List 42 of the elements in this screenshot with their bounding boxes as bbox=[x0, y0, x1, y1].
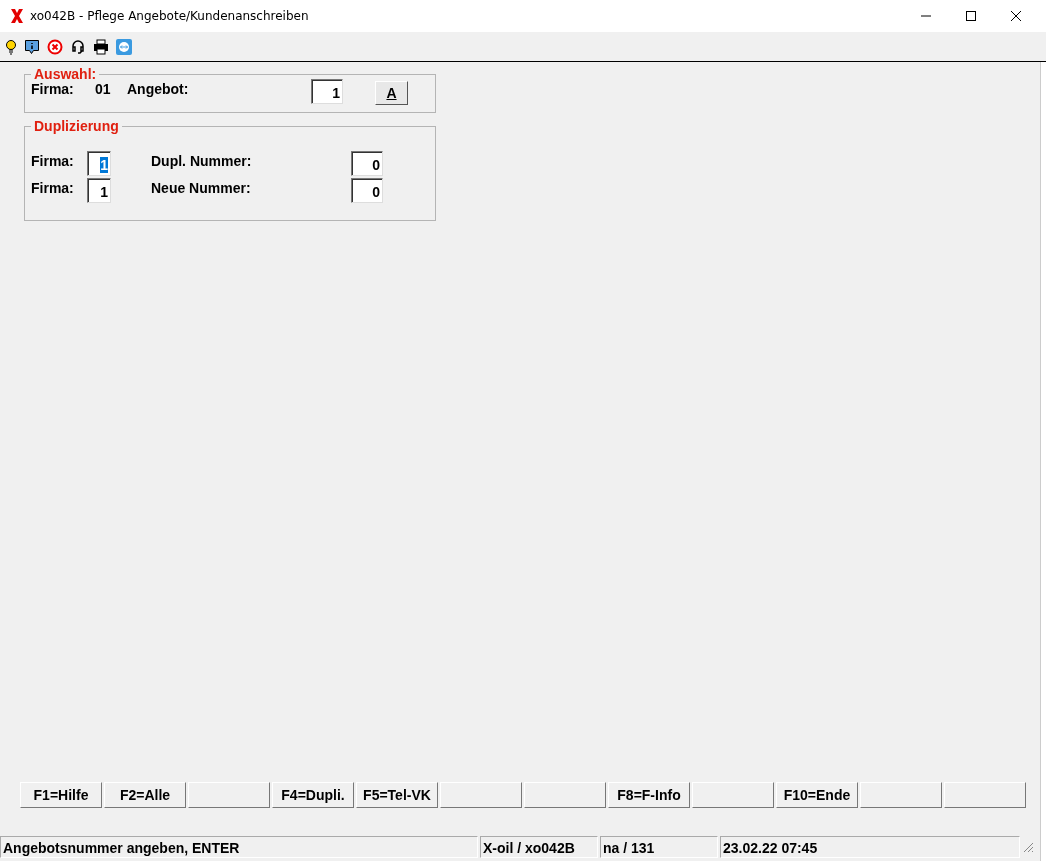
group-title: Duplizierung bbox=[33, 119, 120, 133]
function-key-button[interactable]: F10=Ende bbox=[776, 782, 858, 808]
resize-grip-icon[interactable] bbox=[1022, 841, 1034, 853]
blank-key-button[interactable] bbox=[188, 782, 270, 808]
input-field[interactable]: 0 bbox=[351, 151, 383, 176]
field-label: Angebot: bbox=[127, 80, 190, 97]
field-value: 01 bbox=[95, 80, 112, 97]
function-key-button[interactable]: F1=Hilfe bbox=[20, 782, 102, 808]
status-program: X-oil / xo042B bbox=[480, 836, 598, 858]
status-user: na / 131 bbox=[600, 836, 718, 858]
input-field[interactable]: 1 bbox=[311, 79, 343, 104]
blank-key-button[interactable] bbox=[944, 782, 1026, 808]
function-key-button[interactable]: F8=F-Info bbox=[608, 782, 690, 808]
function-key-button[interactable]: F2=Alle bbox=[104, 782, 186, 808]
group-title: Auswahl: bbox=[33, 67, 98, 81]
maximize-icon[interactable] bbox=[965, 10, 977, 22]
input-field[interactable]: 1 bbox=[87, 178, 111, 203]
status-message: Angebotsnummer angeben, ENTER bbox=[0, 836, 478, 858]
app-logo-icon bbox=[10, 8, 24, 24]
blank-key-button[interactable] bbox=[692, 782, 774, 808]
status-datetime: 23.02.22 07:45 bbox=[720, 836, 1020, 858]
lightbulb-icon[interactable] bbox=[5, 38, 17, 55]
blank-key-button[interactable] bbox=[860, 782, 942, 808]
remote-icon[interactable] bbox=[116, 38, 132, 55]
field-label: Firma: bbox=[31, 152, 75, 169]
blank-key-button[interactable] bbox=[524, 782, 606, 808]
close-icon[interactable] bbox=[1010, 10, 1022, 22]
cancel-icon[interactable] bbox=[47, 38, 63, 55]
select-button[interactable]: A bbox=[375, 81, 408, 105]
window-title: xo042B - Pflege Angebote/Kundenanschreiben bbox=[30, 9, 309, 23]
headset-icon[interactable] bbox=[70, 38, 86, 55]
input-field[interactable]: 1 bbox=[87, 151, 111, 176]
field-label: Firma: bbox=[31, 179, 75, 196]
function-key-button[interactable]: F4=Dupli. bbox=[272, 782, 354, 808]
printer-icon[interactable] bbox=[93, 38, 109, 55]
input-field[interactable]: 0 bbox=[351, 178, 383, 203]
field-label: Neue Nummer: bbox=[151, 179, 252, 196]
field-label: Dupl. Nummer: bbox=[151, 152, 253, 169]
info-icon[interactable] bbox=[24, 38, 40, 55]
blank-key-button[interactable] bbox=[440, 782, 522, 808]
function-key-button[interactable]: F5=Tel-VK bbox=[356, 782, 438, 808]
field-label: Firma: bbox=[31, 80, 75, 97]
